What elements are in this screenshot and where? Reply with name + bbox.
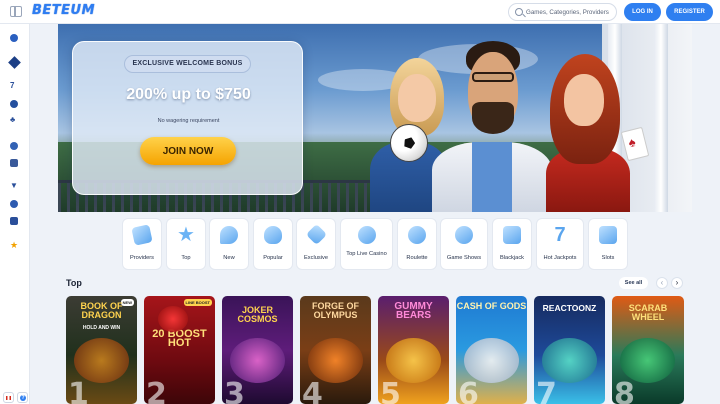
- category-slots[interactable]: Slots: [588, 218, 628, 270]
- flag-icon: [6, 396, 11, 400]
- category-popular[interactable]: Popular: [253, 218, 293, 270]
- language-button[interactable]: [3, 392, 14, 403]
- category-label: Providers: [129, 255, 155, 261]
- top-header: BETEUM LOG IN REGISTER: [0, 0, 720, 24]
- game-title: 20 BOOST HOT: [152, 328, 207, 349]
- category-new[interactable]: New: [209, 218, 249, 270]
- game-subtitle: HOLD AND WIN: [82, 325, 121, 331]
- join-now-button[interactable]: JOIN NOW: [140, 137, 236, 165]
- game-tile-20-boost-hot[interactable]: LINE BOOST 20 BOOST HOT 2: [144, 296, 215, 404]
- sidebar: 7 ♣ ▼ ★ ?: [0, 24, 30, 404]
- category-label: Blackjack: [499, 255, 525, 261]
- game-title: REACTOONZ: [542, 303, 597, 313]
- category-label: Roulette: [406, 255, 428, 261]
- blackjack-icon: [503, 226, 521, 244]
- game-rank: 8: [614, 377, 635, 404]
- game-tile-joker-cosmos[interactable]: JOKER COSMOS 3: [222, 296, 293, 404]
- see-all-button[interactable]: See all: [619, 277, 648, 289]
- category-providers[interactable]: Providers: [122, 218, 162, 270]
- casino-icon[interactable]: [10, 34, 18, 42]
- game-title: FORGE OF OLYMPUS: [312, 301, 359, 320]
- new-icon: [220, 226, 238, 244]
- category-roulette[interactable]: Roulette: [397, 218, 437, 270]
- spade-icon[interactable]: ♣: [10, 116, 18, 124]
- live-icon[interactable]: [10, 159, 18, 167]
- game-show-icon: [455, 226, 473, 244]
- game-rank: 3: [224, 377, 245, 404]
- game-art: [158, 306, 188, 332]
- category-label: Exclusive: [303, 255, 329, 261]
- site-logo[interactable]: BETEUM: [32, 3, 95, 18]
- category-top-live-casino[interactable]: Top Live Casino: [340, 218, 393, 270]
- game-rank: 2: [146, 377, 167, 404]
- prev-arrow-button[interactable]: ‹: [656, 277, 668, 289]
- promo-tag: EXCLUSIVE WELCOME BONUS: [124, 55, 251, 73]
- game-title: JOKER COSMOS: [237, 305, 278, 324]
- help-icon: ?: [20, 395, 26, 401]
- category-label: New: [223, 255, 235, 261]
- roulette-icon: [408, 226, 426, 244]
- category-hot-jackpots[interactable]: 7 Hot Jackpots: [536, 218, 584, 270]
- cards-icon: [131, 224, 153, 246]
- game-tile-book-of-dragon[interactable]: NEW BOOK OF DRAGON HOLD AND WIN 1: [66, 296, 137, 404]
- jackpot-icon: 7: [554, 224, 566, 246]
- star-icon: ★: [177, 224, 195, 246]
- game-tile-gummy-bears[interactable]: GUMMY BEARS 5: [378, 296, 449, 404]
- game-rank: 5: [380, 377, 401, 404]
- game-tile-scarab-wheel[interactable]: SCARAB WHEEL 8: [612, 296, 684, 404]
- category-game-shows[interactable]: Game Shows: [440, 218, 488, 270]
- category-label: Game Shows: [446, 255, 482, 261]
- search-input[interactable]: [526, 6, 614, 19]
- game-rank: 7: [536, 377, 557, 404]
- diamond-icon: [305, 223, 328, 246]
- category-label: Slots: [601, 255, 615, 261]
- help-button[interactable]: ?: [17, 392, 28, 403]
- register-button[interactable]: REGISTER: [666, 3, 713, 21]
- live-casino-icon: [357, 226, 376, 244]
- soccer-ball-icon: [390, 124, 428, 162]
- line-boost-badge: LINE BOOST: [183, 299, 212, 306]
- game-tile-forge-of-olympus[interactable]: FORGE OF OLYMPUS 4: [300, 296, 371, 404]
- poker-chip-icon[interactable]: [10, 100, 18, 108]
- category-label: Hot Jackpots: [543, 255, 577, 261]
- category-label: Top Live Casino: [346, 251, 387, 257]
- game-rank: 1: [68, 377, 89, 404]
- trophy-icon[interactable]: ▼: [10, 182, 18, 190]
- category-exclusive[interactable]: Exclusive: [296, 218, 336, 270]
- category-label: Top: [181, 255, 191, 261]
- search-icon: [515, 8, 523, 16]
- gift-icon[interactable]: [10, 217, 18, 225]
- star-icon[interactable]: ★: [10, 241, 18, 250]
- promo-icon[interactable]: [10, 200, 18, 208]
- sports-icon[interactable]: [8, 56, 21, 69]
- sidebar-toggle-icon[interactable]: [10, 6, 22, 17]
- slots-icon: [599, 226, 617, 244]
- category-blackjack[interactable]: Blackjack: [492, 218, 532, 270]
- game-title: CASH OF GODS: [456, 301, 527, 311]
- chat-icon[interactable]: [10, 142, 18, 150]
- game-title: BOOK OF DRAGON: [80, 301, 123, 320]
- game-tile-cash-of-gods[interactable]: CASH OF GODS 6: [456, 296, 527, 404]
- game-rank: 6: [458, 377, 479, 404]
- promo-card: EXCLUSIVE WELCOME BONUS 200% up to $750 …: [72, 41, 303, 195]
- game-title: GUMMY BEARS: [394, 301, 433, 321]
- promo-subtext: No wagering requirement: [157, 118, 220, 124]
- flame-icon: [264, 226, 282, 244]
- seven-icon[interactable]: 7: [10, 82, 18, 90]
- game-rank: 4: [302, 377, 323, 404]
- game-title: SCARAB WHEEL: [628, 303, 668, 322]
- next-arrow-button[interactable]: ›: [671, 277, 683, 289]
- login-button[interactable]: LOG IN: [624, 3, 661, 21]
- section-title-top: Top: [66, 278, 82, 288]
- category-label: Popular: [263, 255, 283, 261]
- category-top[interactable]: ★ Top: [166, 218, 206, 270]
- game-tile-reactoonz[interactable]: REACTOONZ 7: [534, 296, 605, 404]
- search-box[interactable]: [508, 3, 617, 21]
- promo-amount: 200% up to $750: [126, 86, 251, 103]
